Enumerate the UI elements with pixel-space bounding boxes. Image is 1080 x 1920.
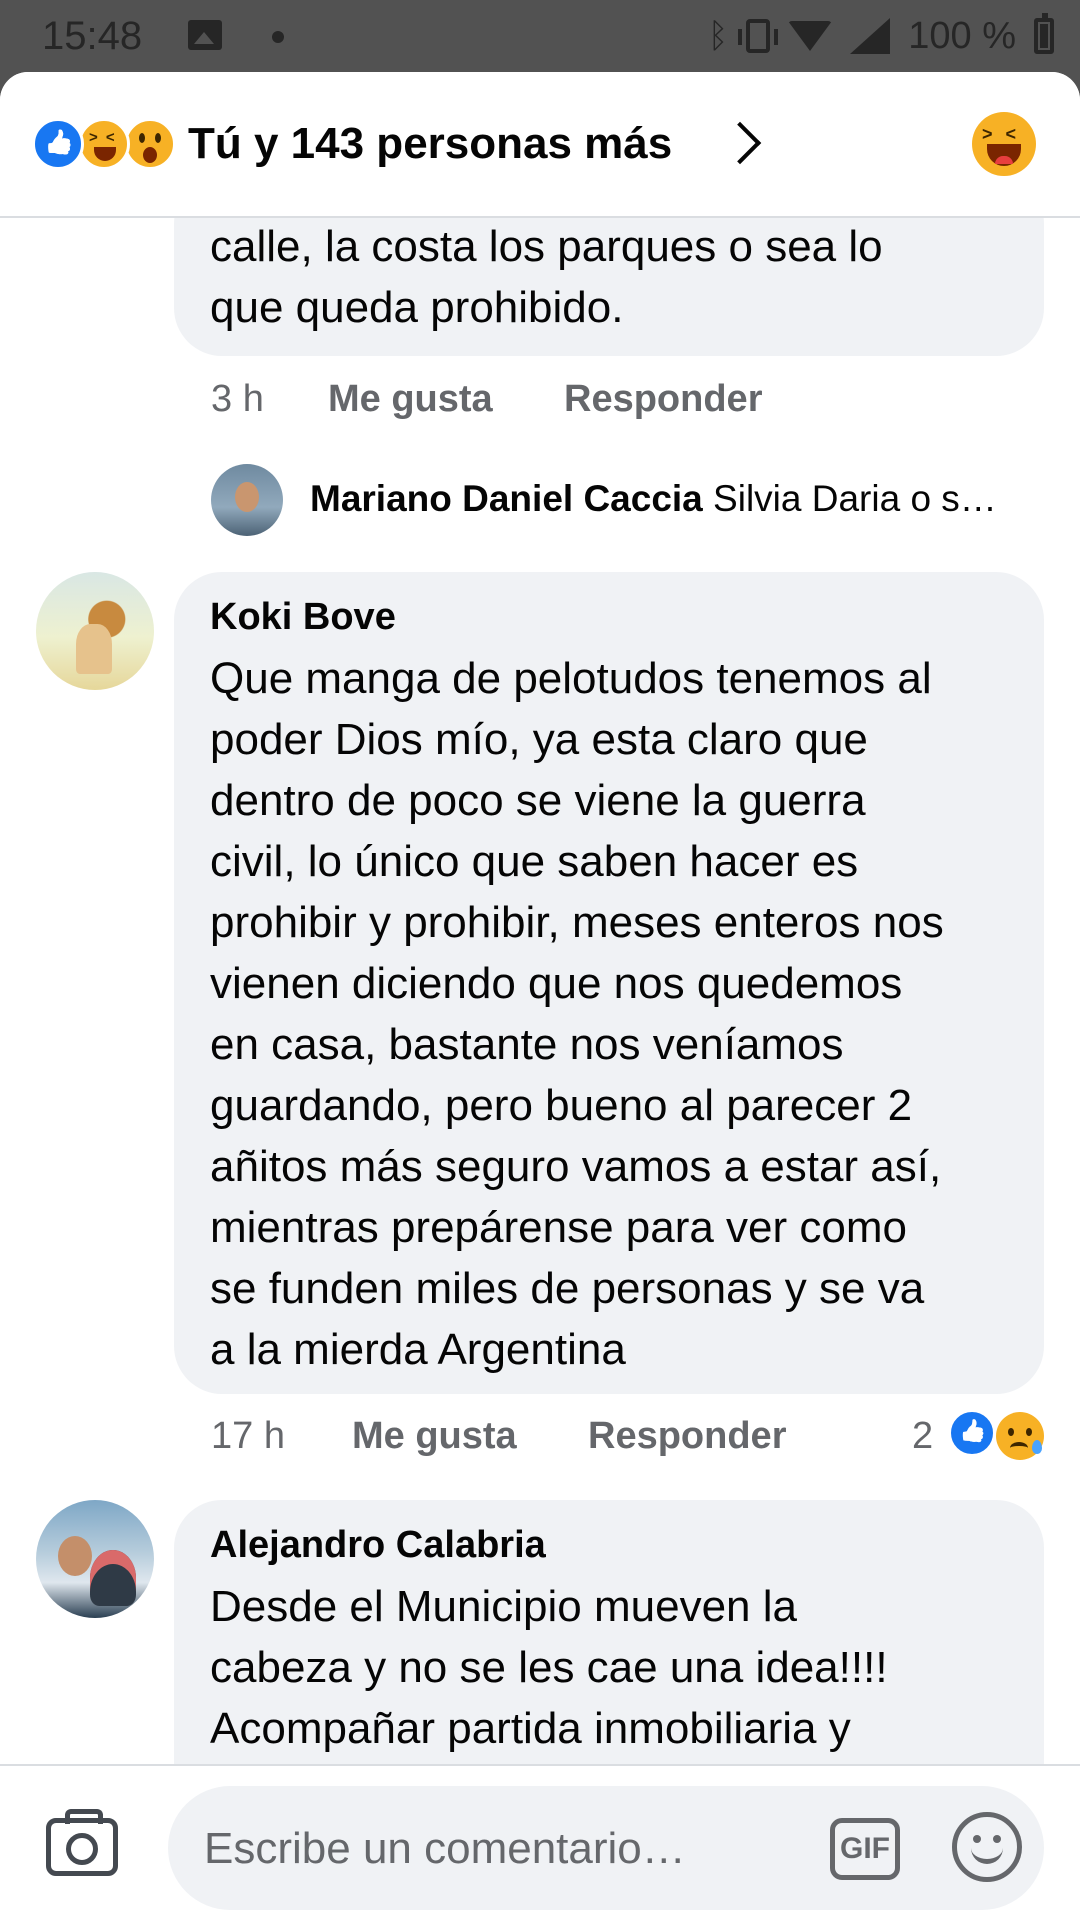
comment-time: 3 h <box>211 378 264 420</box>
comment-input-placeholder: Escribe un comentario… <box>204 1824 686 1873</box>
reaction-count[interactable]: 2 <box>912 1415 933 1458</box>
like-button[interactable]: Me gusta <box>352 1415 517 1458</box>
status-time: 15:48 <box>42 14 143 58</box>
reactions-summary[interactable]: Tú y 143 personas más <box>188 118 672 170</box>
comment-composer: Escribe un comentario… GIF <box>0 1764 1080 1920</box>
vibrate-icon <box>738 19 779 53</box>
bluetooth-icon: ᛒ <box>707 16 729 55</box>
battery-percent: 100 % <box>908 14 1016 57</box>
avatar[interactable] <box>36 1500 154 1618</box>
haha-react-button[interactable]: > < <box>972 112 1036 176</box>
reply-button[interactable]: Responder <box>564 378 762 421</box>
comment-text: Que manga de pelotudos tenemos al poder … <box>210 654 944 1374</box>
wow-icon <box>124 118 176 170</box>
status-bar: 15:48 ᛒ 100 % <box>0 0 1080 72</box>
like-icon <box>948 1409 996 1457</box>
gif-button[interactable]: GIF <box>830 1818 900 1880</box>
comment-actions: 17 h Me gusta Responder <box>211 1415 1061 1461</box>
comment-author[interactable]: Alejandro Calabria <box>210 1522 1008 1568</box>
comments-list[interactable]: calle, la costa los parques o sea lo que… <box>0 216 1080 1836</box>
like-icon <box>32 118 84 170</box>
comment-input[interactable]: Escribe un comentario… GIF <box>168 1786 1044 1910</box>
reply-button[interactable]: Responder <box>588 1415 786 1458</box>
battery-icon <box>1034 13 1054 54</box>
comment-actions: 3 h Me gusta Responder <box>211 378 911 424</box>
chevron-right-icon[interactable] <box>718 121 762 165</box>
wifi-icon <box>788 21 833 51</box>
avatar[interactable] <box>36 572 154 690</box>
avatar[interactable] <box>211 464 283 536</box>
comment-bubble[interactable]: calle, la costa los parques o sea lo que… <box>174 216 1044 356</box>
comment-time: 17 h <box>211 1415 285 1457</box>
camera-icon[interactable] <box>46 1809 118 1876</box>
signal-icon <box>850 18 891 54</box>
notification-dot-icon <box>272 31 284 43</box>
reactions-header[interactable]: Tú y 143 personas más > < <box>0 72 1080 218</box>
comments-sheet: Tú y 143 personas más > < calle, la cost… <box>0 72 1080 1920</box>
comment-text: Desde el Municipio mueven la cabeza y no… <box>210 1582 888 1753</box>
comment-bubble[interactable]: Koki Bove Que manga de pelotudos tenemos… <box>174 572 1044 1394</box>
reply-preview[interactable]: Mariano Daniel Caccia Silvia Daria o s… <box>310 476 1030 522</box>
system-icons: ᛒ 100 % <box>708 12 1054 60</box>
comment-author[interactable]: Koki Bove <box>210 594 1008 640</box>
comment-text: calle, la costa los parques o sea lo que… <box>210 222 883 332</box>
emoji-icon[interactable] <box>952 1812 1022 1882</box>
reaction-icons <box>32 118 182 170</box>
reply-snippet: Silvia Daria o s… <box>713 478 997 519</box>
gallery-icon <box>188 20 222 50</box>
haha-icon <box>78 118 130 170</box>
like-button[interactable]: Me gusta <box>328 378 493 421</box>
reply-author: Mariano Daniel Caccia <box>310 478 703 519</box>
tear-icon <box>1032 1440 1042 1454</box>
